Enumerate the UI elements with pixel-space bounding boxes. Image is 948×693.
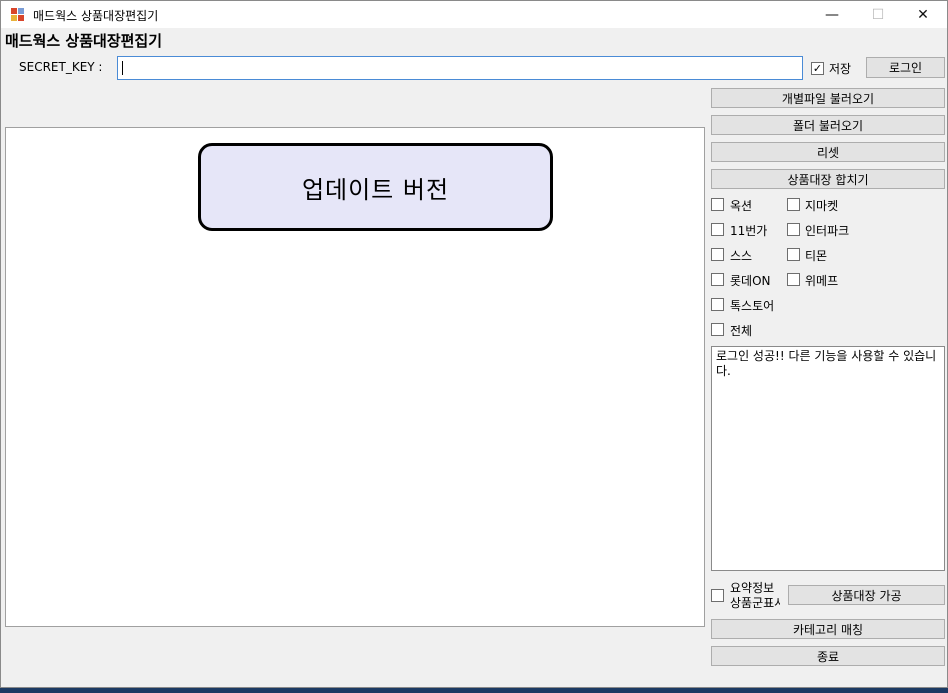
save-key-label: 저장 xyxy=(829,62,852,76)
exit-button[interactable]: 종료 xyxy=(711,646,945,666)
merge-button[interactable]: 상품대장 합치기 xyxy=(711,169,945,189)
secret-key-input[interactable] xyxy=(117,56,803,80)
update-version-banner[interactable]: 업데이트 버전 xyxy=(198,143,553,231)
title-bar: 매드웍스 상품대장편집기 — ☐ ✕ xyxy=(1,1,947,28)
category-matching-button[interactable]: 카테고리 매칭 xyxy=(711,619,945,639)
summary-label-line2: 상품군표시 xyxy=(730,596,780,610)
market-label-smartstore: 스스 xyxy=(730,249,753,263)
market-label-tmon: 티몬 xyxy=(805,249,828,263)
app-logo-icon xyxy=(11,8,25,22)
market-label-wemakeprice: 위메프 xyxy=(805,274,839,288)
market-label-interpark: 인터파크 xyxy=(805,224,850,238)
window-title: 매드웍스 상품대장편집기 xyxy=(33,9,159,23)
app-window: 매드웍스 상품대장편집기 — ☐ ✕ 매드웍스 상품대장편집기 SECRET_K… xyxy=(0,0,948,688)
summary-label: 요약정보 상품군표시 xyxy=(730,581,780,611)
market-label-11st: 11번가 xyxy=(730,224,768,238)
summary-label-line1: 요약정보 xyxy=(730,581,775,595)
maximize-button[interactable]: ☐ xyxy=(855,1,901,28)
market-checkbox-lotteon[interactable] xyxy=(711,273,724,286)
preview-panel: 업데이트 버전 xyxy=(5,127,705,627)
load-file-button[interactable]: 개별파일 불러오기 xyxy=(711,88,945,108)
save-key-checkbox[interactable]: ✓ xyxy=(811,62,824,75)
secret-key-label: SECRET_KEY : xyxy=(19,60,103,74)
log-output-textarea[interactable]: 로그인 성공!! 다른 기능을 사용할 수 있습니다. xyxy=(711,346,945,571)
market-checkbox-talkstore[interactable] xyxy=(711,298,724,311)
load-folder-button[interactable]: 폴더 불러오기 xyxy=(711,115,945,135)
toolbar-area xyxy=(5,85,705,127)
desktop-background xyxy=(0,688,948,693)
minimize-button[interactable]: — xyxy=(809,1,855,28)
market-checkbox-interpark[interactable] xyxy=(787,223,800,236)
text-caret xyxy=(122,61,123,75)
app-heading: 매드웍스 상품대장편집기 xyxy=(5,32,163,50)
market-label-all: 전체 xyxy=(730,324,753,338)
market-checkbox-smartstore[interactable] xyxy=(711,248,724,261)
market-checkbox-gmarket[interactable] xyxy=(787,198,800,211)
market-checkbox-tmon[interactable] xyxy=(787,248,800,261)
reset-button[interactable]: 리셋 xyxy=(711,142,945,162)
market-label-gmarket: 지마켓 xyxy=(805,199,839,213)
market-checkbox-11st[interactable] xyxy=(711,223,724,236)
summary-checkbox[interactable] xyxy=(711,589,724,602)
process-ledger-button[interactable]: 상품대장 가공 xyxy=(788,585,945,605)
market-label-talkstore: 톡스토어 xyxy=(730,299,775,313)
market-checkbox-auction[interactable] xyxy=(711,198,724,211)
login-button[interactable]: 로그인 xyxy=(866,57,945,78)
market-label-auction: 옥션 xyxy=(730,199,753,213)
market-checkbox-all[interactable] xyxy=(711,323,724,336)
close-button[interactable]: ✕ xyxy=(900,1,946,28)
market-checkbox-wemakeprice[interactable] xyxy=(787,273,800,286)
market-label-lotteon: 롯데ON xyxy=(730,274,771,288)
